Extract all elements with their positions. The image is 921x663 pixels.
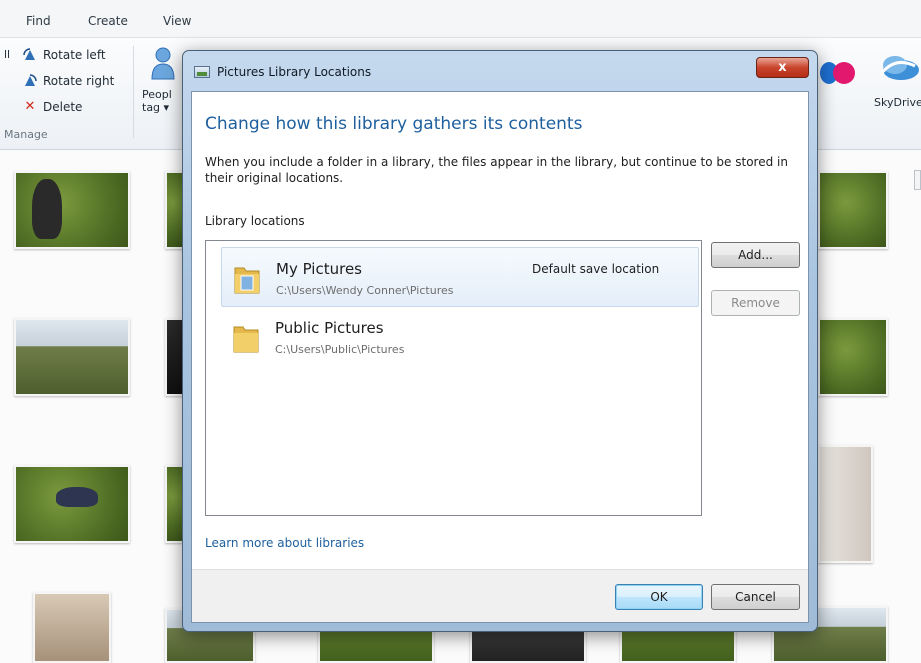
- photo-thumbnail[interactable]: [318, 630, 434, 663]
- photo-thumbnail[interactable]: [818, 171, 888, 249]
- rotate-right-button[interactable]: Rotate right: [22, 72, 114, 90]
- people-tag-label: Peopl tag ▾: [142, 88, 172, 114]
- pictures-library-locations-dialog: Pictures Library Locations x Change how …: [182, 50, 818, 632]
- library-locations-label: Library locations: [205, 214, 305, 228]
- delete-icon: ✕: [24, 99, 36, 114]
- menu-bar: Find Create View: [0, 0, 921, 38]
- library-locations-list[interactable]: My Pictures C:\Users\Wendy Conner\Pictur…: [205, 240, 702, 516]
- close-button[interactable]: x: [756, 57, 809, 78]
- flickr-pink-icon[interactable]: [833, 62, 855, 84]
- ribbon-separator: [133, 46, 134, 138]
- ribbon-cut-text: ll: [4, 48, 11, 61]
- cancel-button[interactable]: Cancel: [711, 584, 800, 610]
- photo-thumbnail[interactable]: [620, 630, 736, 663]
- skydrive-icon[interactable]: [875, 52, 921, 82]
- menu-view[interactable]: View: [163, 14, 191, 28]
- photo-thumbnail[interactable]: [818, 445, 873, 563]
- location-path: C:\Users\Public\Pictures: [275, 343, 405, 356]
- menu-create[interactable]: Create: [88, 14, 128, 28]
- remove-button[interactable]: Remove: [711, 290, 800, 316]
- list-item-my-pictures[interactable]: My Pictures C:\Users\Wendy Conner\Pictur…: [221, 247, 699, 307]
- location-name: Public Pictures: [275, 319, 384, 337]
- library-icon: [194, 66, 210, 78]
- location-name: My Pictures: [276, 260, 362, 278]
- ok-button[interactable]: OK: [615, 584, 703, 610]
- delete-label: Delete: [43, 100, 83, 114]
- dialog-footer: OK Cancel: [192, 569, 808, 622]
- skydrive-label: SkyDrive: [874, 96, 921, 109]
- photo-thumbnail[interactable]: [470, 630, 586, 663]
- dialog-content: Change how this library gathers its cont…: [191, 91, 809, 623]
- rotate-left-button[interactable]: Rotate left: [22, 46, 106, 64]
- rotate-left-label: Rotate left: [43, 48, 106, 62]
- rotate-left-icon: [22, 47, 38, 63]
- add-button[interactable]: Add...: [711, 242, 800, 268]
- manage-group-label: Manage: [4, 128, 48, 141]
- rotate-right-icon: [22, 73, 38, 89]
- default-save-location-label: Default save location: [532, 262, 660, 276]
- list-item-public-pictures[interactable]: Public Pictures C:\Users\Public\Pictures: [221, 307, 699, 367]
- location-path: C:\Users\Wendy Conner\Pictures: [276, 284, 454, 297]
- people-tag-icon[interactable]: [150, 46, 176, 80]
- photo-thumbnail[interactable]: [818, 318, 888, 396]
- delete-button[interactable]: ✕ Delete: [22, 98, 83, 116]
- rotate-right-label: Rotate right: [43, 74, 115, 88]
- photo-thumbnail[interactable]: [14, 465, 130, 543]
- learn-more-link[interactable]: Learn more about libraries: [205, 536, 364, 550]
- dialog-description: When you include a folder in a library, …: [205, 155, 788, 185]
- menu-find[interactable]: Find: [26, 14, 51, 28]
- dialog-title: Pictures Library Locations: [217, 65, 372, 79]
- dialog-titlebar[interactable]: Pictures Library Locations x: [183, 51, 817, 91]
- photo-thumbnail[interactable]: [14, 318, 130, 396]
- scrollbar-stub[interactable]: [914, 170, 921, 190]
- folder-icon: [232, 262, 262, 296]
- folder-icon: [231, 321, 261, 355]
- dialog-heading: Change how this library gathers its cont…: [205, 114, 583, 134]
- photo-thumbnail[interactable]: [33, 592, 111, 663]
- photo-thumbnail[interactable]: [14, 171, 130, 249]
- close-icon: x: [778, 60, 787, 75]
